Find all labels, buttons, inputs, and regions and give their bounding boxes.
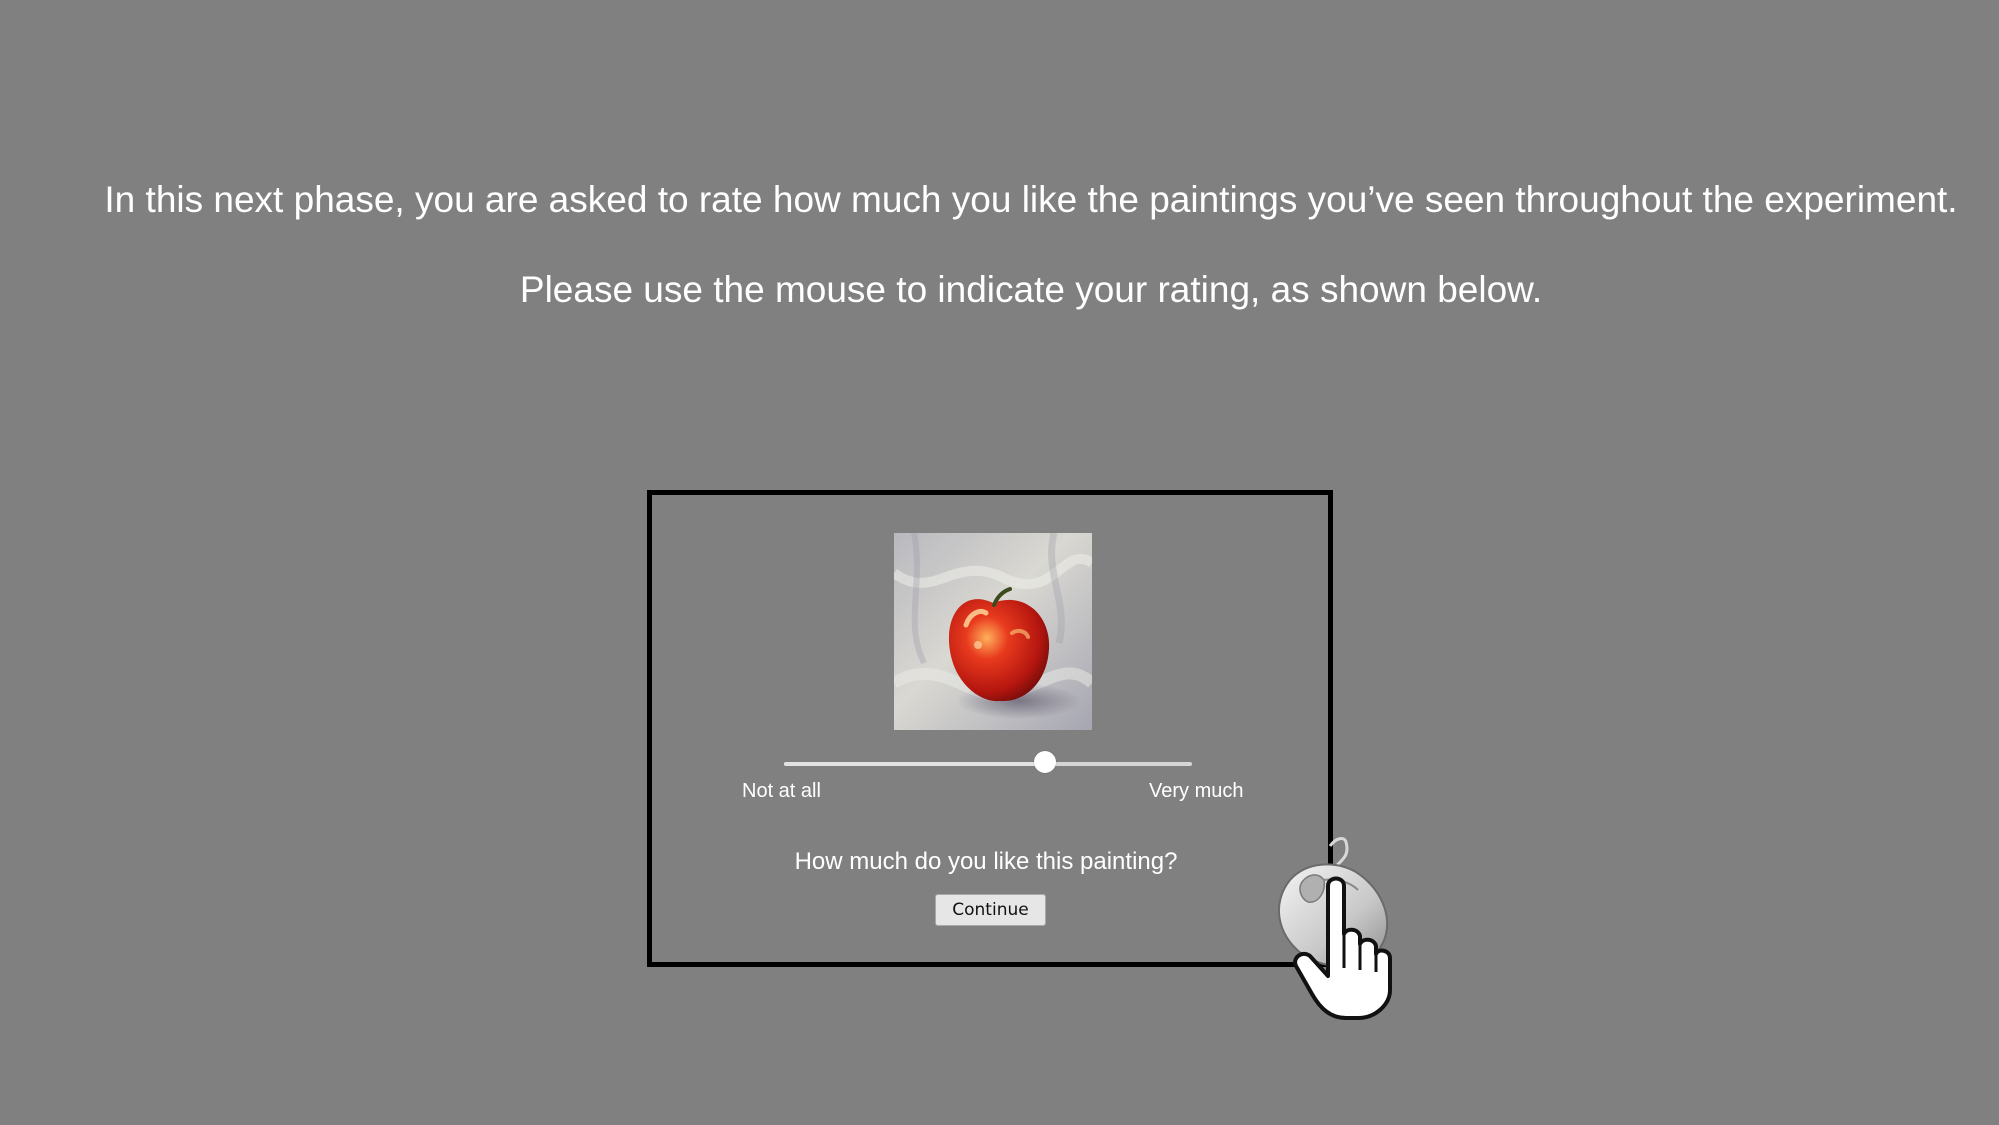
- rating-slider-thumb[interactable]: [1034, 751, 1057, 773]
- rating-slider[interactable]: [784, 751, 1192, 773]
- instructions: In this next phase, you are asked to rat…: [0, 177, 1999, 312]
- continue-button[interactable]: Continue: [935, 894, 1046, 926]
- computer-mouse-icon: [1272, 832, 1424, 1022]
- rating-slider-fill: [784, 762, 1046, 766]
- instruction-line-1: In this next phase, you are asked to rat…: [104, 179, 1958, 220]
- apple-painting-image: [894, 533, 1092, 730]
- slider-min-label: Not at all: [742, 780, 821, 802]
- pointing-hand-icon: [1293, 876, 1392, 1020]
- instruction-line-2: Please use the mouse to indicate your ra…: [519, 269, 1543, 310]
- slider-max-label: Very much: [1149, 780, 1244, 802]
- rating-question: How much do you like this painting?: [794, 848, 1178, 875]
